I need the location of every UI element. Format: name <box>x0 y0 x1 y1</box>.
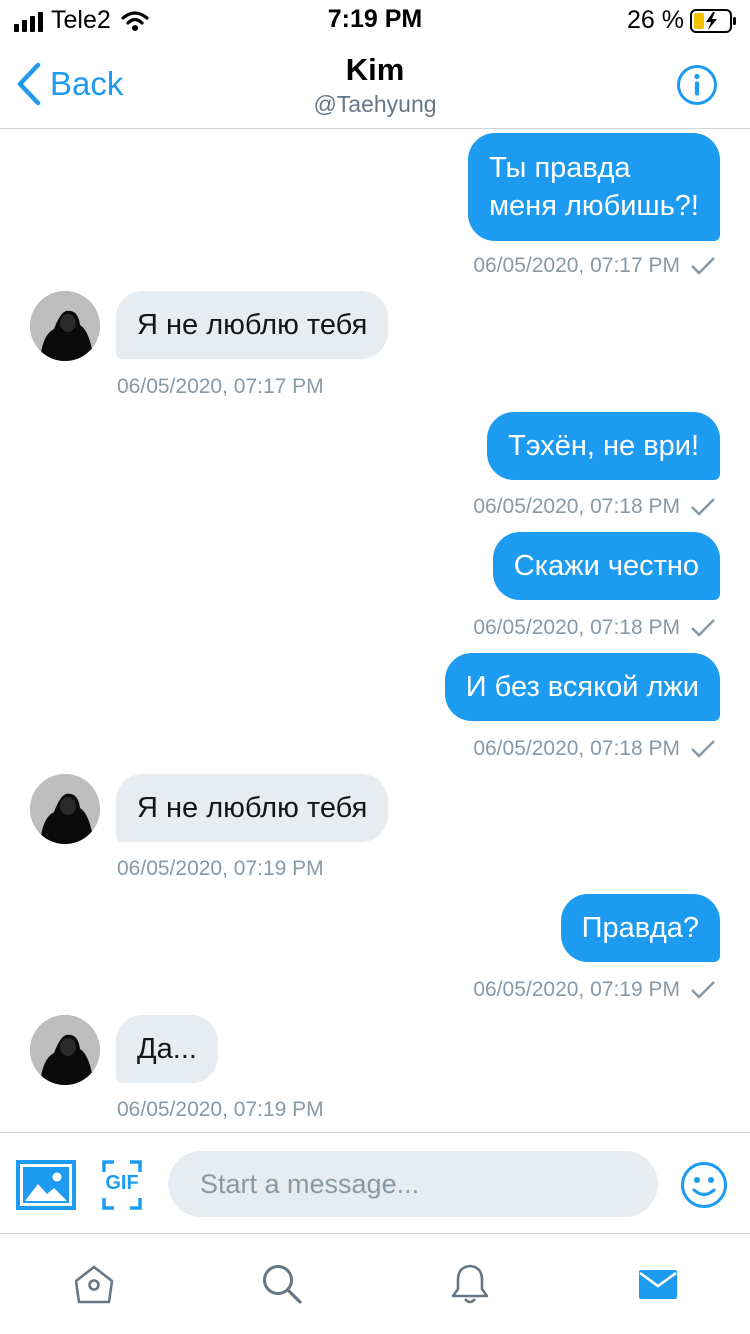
message-bubble[interactable]: Скажи честно <box>492 532 720 600</box>
info-icon[interactable] <box>676 64 718 106</box>
message-bubble[interactable]: Я не люблю тебя <box>116 774 389 842</box>
notifications-icon[interactable] <box>448 1262 492 1306</box>
message-outgoing[interactable]: И без всякой лжи <box>444 653 720 721</box>
message-incoming[interactable]: Я не люблю тебя <box>116 291 389 359</box>
message-outgoing[interactable]: Тэхён, не ври! <box>487 412 720 480</box>
message-timestamp: 06/05/2020, 07:18 PM <box>473 737 716 761</box>
message-composer: GIF <box>0 1132 750 1234</box>
message-outgoing[interactable]: Скажи честно <box>492 532 720 600</box>
message-outgoing[interactable]: Ты правда меня любишь?! <box>468 133 720 241</box>
message-input-container[interactable] <box>168 1151 658 1217</box>
status-bar: Tele2 7:19 PM 26 % <box>0 0 750 40</box>
avatar-image <box>30 291 100 361</box>
status-right: 26 % <box>627 6 738 35</box>
battery-percent: 26 % <box>627 6 684 34</box>
message-outgoing[interactable]: Правда? <box>560 894 720 962</box>
message-bubble[interactable]: Да... <box>116 1015 218 1083</box>
check-icon <box>691 498 715 516</box>
message-bubble[interactable]: Правда? <box>560 894 720 962</box>
message-timestamp: 06/05/2020, 07:19 PM <box>117 857 324 880</box>
check-icon <box>691 981 715 999</box>
timestamp-text: 06/05/2020, 07:18 PM <box>473 616 680 639</box>
avatar-image <box>30 774 100 844</box>
message-bubble[interactable]: Я не люблю тебя <box>116 291 389 359</box>
message-bubble[interactable]: И без всякой лжи <box>444 653 720 721</box>
conversation-title: Kim <box>345 52 405 87</box>
gif-icon[interactable]: GIF <box>102 1160 142 1210</box>
battery-charging-icon <box>690 8 736 33</box>
timestamp-text: 06/05/2020, 07:18 PM <box>473 495 680 518</box>
home-icon[interactable] <box>72 1262 116 1306</box>
message-incoming[interactable]: Я не люблю тебя <box>116 774 389 842</box>
message-timestamp: 06/05/2020, 07:19 PM <box>473 978 716 1002</box>
check-icon <box>691 619 715 637</box>
message-input[interactable] <box>168 1151 658 1217</box>
search-icon[interactable] <box>260 1262 304 1306</box>
image-icon[interactable] <box>16 1160 76 1210</box>
avatar[interactable] <box>30 1015 100 1085</box>
gif-label: GIF <box>105 1172 139 1194</box>
timestamp-text: 06/05/2020, 07:18 PM <box>473 737 680 760</box>
conversation-header: Back Kim @Taehyung <box>0 40 750 129</box>
message-text-line: Ты правда <box>489 152 631 184</box>
message-timestamp: 06/05/2020, 07:19 PM <box>117 1098 324 1121</box>
message-bubble[interactable]: Ты правда меня любишь?! <box>468 133 720 241</box>
message-text-line: меня любишь?! <box>489 190 699 222</box>
conversation-handle: @Taehyung <box>313 91 437 117</box>
avatar[interactable] <box>30 774 100 844</box>
timestamp-text: 06/05/2020, 07:17 PM <box>473 254 680 277</box>
message-timestamp: 06/05/2020, 07:18 PM <box>473 495 716 519</box>
message-timestamp: 06/05/2020, 07:18 PM <box>473 616 716 640</box>
timestamp-text: 06/05/2020, 07:19 PM <box>473 978 680 1001</box>
message-bubble[interactable]: Тэхён, не ври! <box>487 412 720 480</box>
message-list[interactable]: Ты правда меня любишь?! 06/05/2020, 07:1… <box>0 130 750 1132</box>
emoji-icon[interactable] <box>680 1161 728 1209</box>
message-timestamp: 06/05/2020, 07:17 PM <box>473 254 716 278</box>
check-icon <box>691 740 715 758</box>
messages-icon[interactable] <box>636 1262 680 1306</box>
tab-bar <box>0 1234 750 1334</box>
message-timestamp: 06/05/2020, 07:17 PM <box>117 375 324 398</box>
avatar-image <box>30 1015 100 1085</box>
message-incoming[interactable]: Да... <box>116 1015 218 1083</box>
check-icon <box>691 257 715 275</box>
avatar[interactable] <box>30 291 100 361</box>
